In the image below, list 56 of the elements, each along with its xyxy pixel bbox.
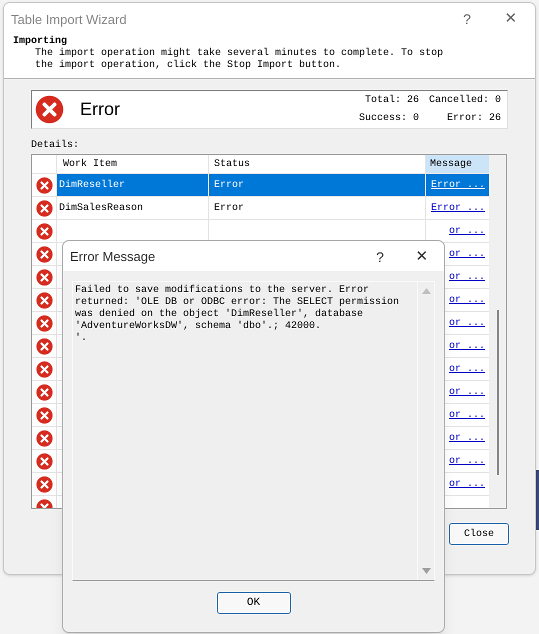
error-icon: [36, 176, 52, 194]
window-title: Table Import Wizard: [11, 10, 127, 29]
section-description: The import operation might take several minutes to complete. To stop the import operation, click the Stop Import button.: [34, 48, 444, 72]
error-icon: [36, 314, 52, 332]
help-button[interactable]: ?: [360, 246, 400, 268]
close-button[interactable]: ✕: [487, 8, 535, 31]
error-icon: [36, 452, 52, 470]
status-text: Error: [214, 202, 244, 216]
details-label: Details:: [31, 139, 80, 153]
error-icon: [36, 200, 52, 216]
message-link[interactable]: or ...: [448, 292, 485, 308]
message-link[interactable]: Error ...: [430, 200, 485, 216]
work-item-text: DimReseller: [59, 178, 126, 192]
scrollbar-thumb[interactable]: [496, 310, 498, 475]
error-icon: [36, 246, 52, 262]
table-row[interactable]: DimReseller Error Error ...: [32, 174, 489, 197]
error-message-text: Failed to save modifications to the server. Error returned: 'OLE DB or ODBC error: The SELECT permission was denied on the object 'DimReseller', database 'AdventureWorksDW', schema 'dbo'.; 42000. '.: [74, 284, 400, 346]
close-button[interactable]: Close: [449, 523, 509, 545]
close-button[interactable]: ✕: [400, 246, 444, 268]
message-link[interactable]: or ...: [448, 384, 485, 400]
message-link[interactable]: or ...: [448, 270, 485, 284]
error-icon: [36, 222, 52, 240]
message-link[interactable]: or ...: [448, 246, 485, 262]
error-icon: [36, 360, 52, 378]
error-icon: [36, 476, 52, 492]
error-icon: [36, 292, 52, 308]
message-link[interactable]: or ...: [448, 338, 485, 354]
message-link[interactable]: or ...: [448, 224, 485, 238]
status-text: Error: [214, 178, 244, 192]
error-icon: [36, 384, 52, 400]
message-link[interactable]: or ...: [448, 362, 485, 376]
section-title: Importing: [13, 36, 68, 48]
error-count: Error: 26: [446, 112, 501, 126]
error-icon: [36, 268, 52, 286]
message-link[interactable]: or ...: [448, 430, 485, 446]
table-row[interactable]: DimSalesReason Error Error ...: [32, 197, 489, 220]
work-item-text: DimSalesReason: [59, 202, 144, 216]
total-count: Total: 26: [364, 94, 419, 108]
message-link[interactable]: or ...: [448, 454, 485, 468]
scroll-down-icon[interactable]: [422, 568, 430, 574]
help-button[interactable]: ?: [447, 9, 487, 30]
message-link[interactable]: or ...: [448, 408, 485, 422]
error-icon: [35, 95, 64, 124]
message-link[interactable]: or ...: [448, 476, 485, 492]
column-header[interactable]: Work Item: [57, 155, 209, 173]
error-icon: [36, 338, 52, 354]
message-link[interactable]: Error ...: [430, 178, 485, 192]
error-icon: [36, 406, 52, 424]
status-title: Error: [80, 98, 120, 121]
cancelled-count: Cancelled: 0: [428, 94, 501, 108]
message-link[interactable]: or ...: [448, 316, 485, 330]
dialog-title: Error Message: [70, 248, 156, 266]
error-icon: [36, 430, 52, 446]
column-header[interactable]: Message: [426, 155, 489, 173]
success-count: Success: 0: [358, 112, 419, 126]
ok-button[interactable]: OK: [216, 592, 290, 614]
